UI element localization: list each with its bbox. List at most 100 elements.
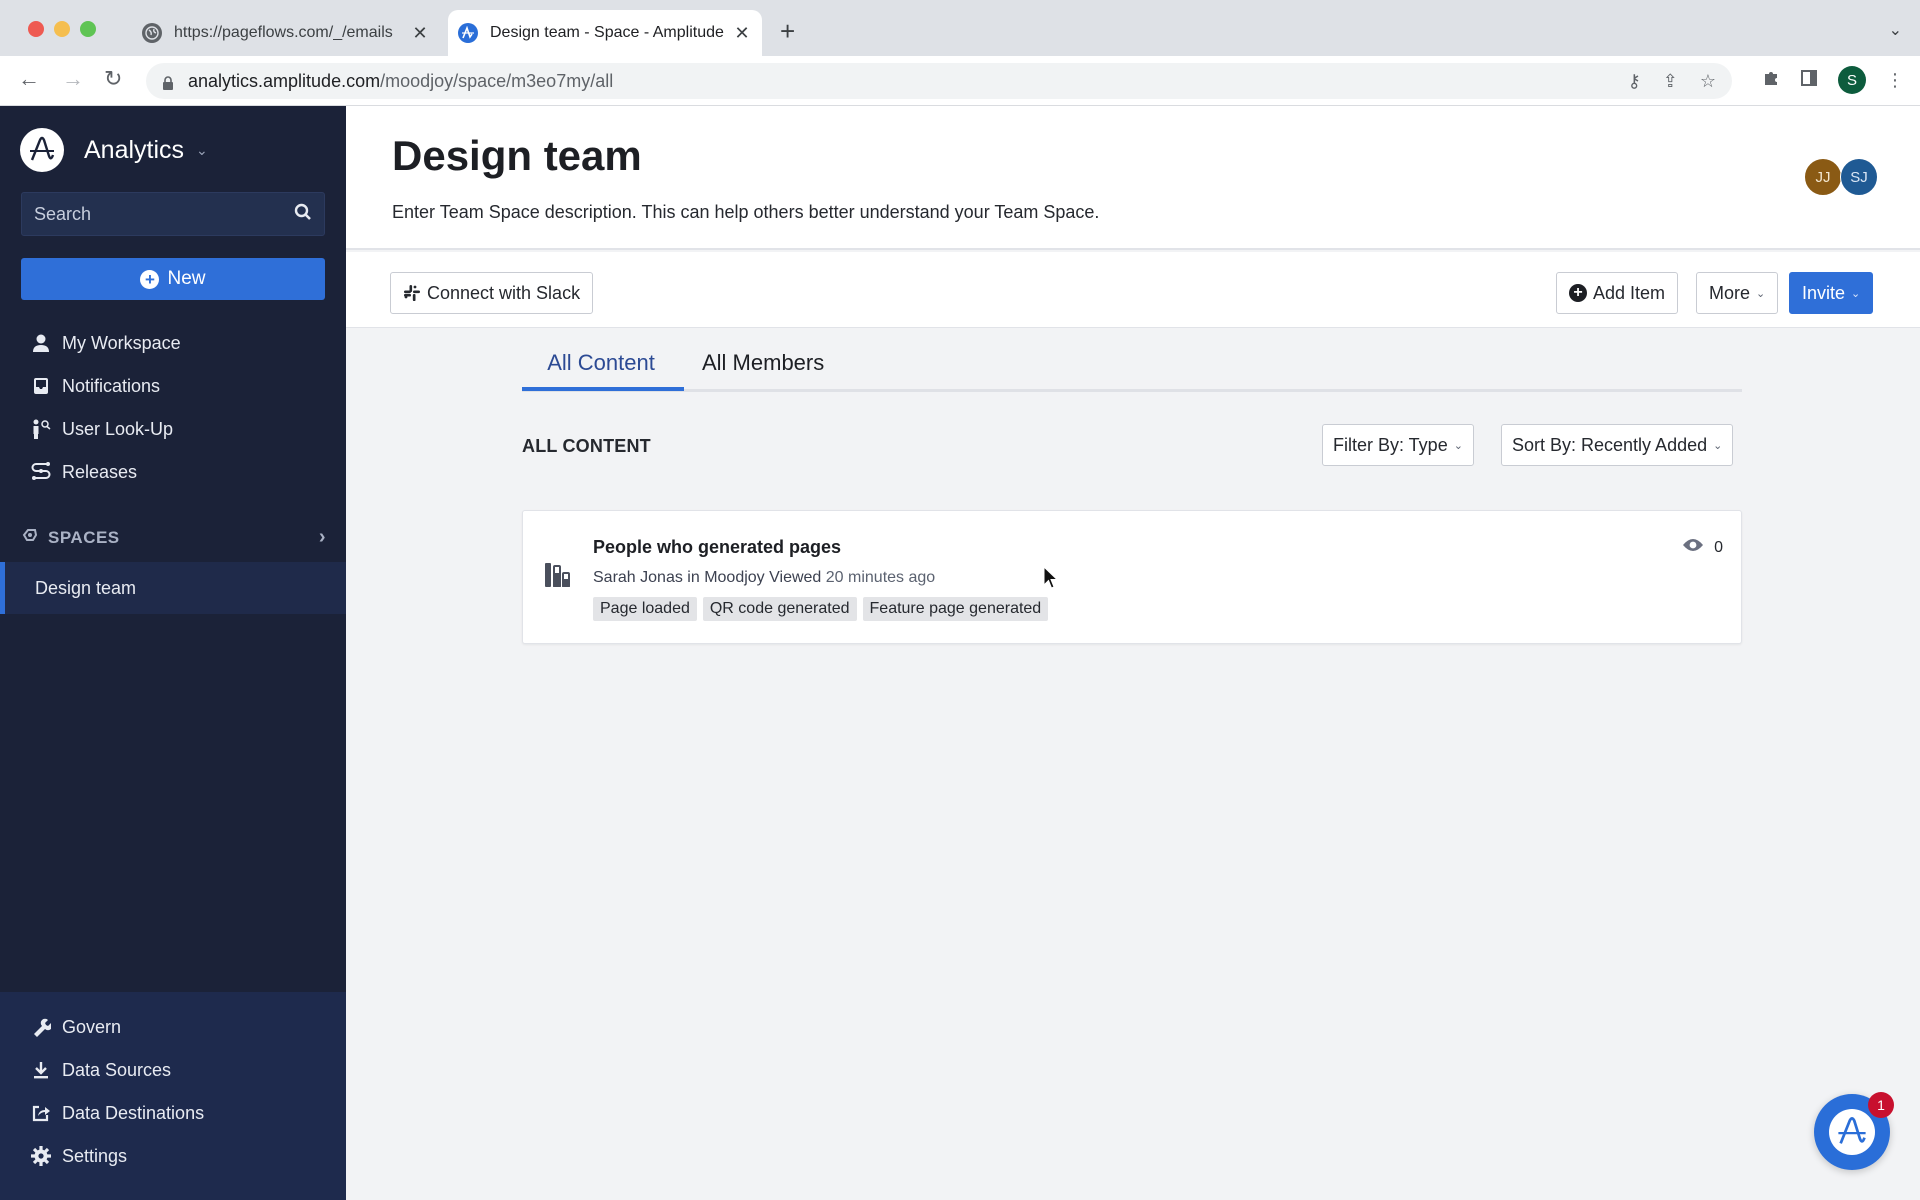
- event-tag: Feature page generated: [862, 597, 1049, 621]
- sidebar-item-label: Data Destinations: [62, 1102, 205, 1123]
- tab-close-icon[interactable]: ✕: [730, 23, 754, 44]
- window-maximize-button[interactable]: [80, 21, 96, 37]
- extensions-puzzle-icon[interactable]: [1762, 69, 1780, 92]
- sidebar-item-my-workspace[interactable]: My Workspace: [28, 332, 181, 354]
- inbox-icon: [28, 375, 54, 397]
- gear-icon: [28, 1145, 54, 1167]
- space-header: Design team Enter Team Space description…: [346, 106, 1920, 250]
- forward-arrow-icon[interactable]: →: [62, 68, 84, 90]
- plus-circle-icon: +: [140, 269, 160, 289]
- window-minimize-button[interactable]: [54, 21, 70, 37]
- more-button[interactable]: More ⌄: [1696, 272, 1779, 314]
- add-item-label: Add Item: [1593, 282, 1666, 303]
- eye-icon: [1682, 537, 1704, 558]
- in-word: in: [687, 569, 700, 586]
- tab-search-chevron-icon[interactable]: ⌄: [1889, 20, 1902, 40]
- sidebar-item-govern[interactable]: Govern: [28, 1016, 121, 1038]
- bookmark-star-icon[interactable]: ☆: [1700, 71, 1716, 92]
- sidebar-item-data-destinations[interactable]: Data Destinations: [28, 1102, 204, 1124]
- main-content: Design team Enter Team Space description…: [346, 106, 1920, 1200]
- user-lookup-icon: [28, 418, 54, 440]
- back-arrow-icon[interactable]: ←: [18, 68, 40, 90]
- releases-icon: [28, 461, 54, 483]
- avatar[interactable]: SJ: [1840, 158, 1878, 196]
- content-item-title[interactable]: People who generated pages: [593, 537, 841, 558]
- globe-icon: [142, 23, 162, 43]
- owner-name[interactable]: Sarah Jonas: [593, 569, 683, 586]
- sidebar-item-label: Data Sources: [62, 1059, 172, 1080]
- url-path: /moodjoy/space/m3eo7my/all: [380, 70, 614, 91]
- space-description[interactable]: Enter Team Space description. This can h…: [392, 202, 1099, 223]
- sidebar-item-releases[interactable]: Releases: [28, 461, 137, 483]
- chevron-right-icon[interactable]: ›: [319, 526, 326, 549]
- sidebar-item-data-sources[interactable]: Data Sources: [28, 1059, 171, 1081]
- sidebar: Analytics ⌄ Search + New My Workspace No…: [0, 106, 346, 1200]
- sidebar-item-label: Settings: [62, 1145, 128, 1166]
- sidebar-search-input[interactable]: Search: [21, 192, 325, 236]
- browser-tab-pageflows[interactable]: https://pageflows.com/_/emails ✕: [130, 10, 440, 56]
- sidebar-space-design-team[interactable]: Design team: [0, 562, 346, 614]
- mouse-cursor-icon: [1043, 565, 1059, 595]
- reload-icon[interactable]: ↻: [104, 68, 122, 90]
- tab-close-icon[interactable]: ✕: [408, 23, 432, 44]
- view-count-value: 0: [1714, 538, 1723, 556]
- spaces-header[interactable]: SPACES ›: [22, 526, 326, 549]
- filter-label: Filter By: Type: [1333, 434, 1448, 455]
- help-chat-button[interactable]: 1: [1814, 1092, 1894, 1170]
- page-title[interactable]: Design team: [392, 132, 642, 180]
- avatar[interactable]: JJ: [1804, 158, 1842, 196]
- sidebar-item-user-look-up[interactable]: User Look-Up: [28, 418, 173, 440]
- sidebar-item-settings[interactable]: Settings: [28, 1145, 127, 1167]
- window-close-button[interactable]: [28, 21, 44, 37]
- amplitude-icon: [458, 23, 478, 43]
- product-name: Analytics: [84, 135, 185, 164]
- sidebar-item-label: Releases: [62, 461, 138, 482]
- export-icon: [28, 1102, 54, 1124]
- chevron-down-icon: ⌄: [1713, 439, 1723, 452]
- connect-slack-button[interactable]: Connect with Slack: [390, 272, 594, 314]
- tab-title: Design team - Space - Amplitude: [490, 24, 724, 41]
- url-host: analytics.amplitude.com: [188, 70, 381, 91]
- tab-title: https://pageflows.com/_/emails: [174, 24, 393, 41]
- product-switcher[interactable]: Analytics ⌄: [20, 128, 208, 172]
- sort-by-dropdown[interactable]: Sort By: Recently Added ⌄: [1501, 424, 1734, 466]
- new-tab-button[interactable]: +: [780, 18, 795, 44]
- profile-avatar[interactable]: S: [1838, 66, 1866, 94]
- filter-by-type-dropdown[interactable]: Filter By: Type ⌄: [1322, 424, 1474, 466]
- tab-all-members[interactable]: All Members: [702, 350, 824, 391]
- browser-tab-amplitude[interactable]: Design team - Space - Amplitude ✕: [448, 10, 762, 56]
- space-label: Design team: [35, 577, 137, 598]
- member-avatars[interactable]: JJ SJ: [1804, 158, 1878, 196]
- event-tag: Page loaded: [593, 597, 697, 621]
- sidebar-item-notifications[interactable]: Notifications: [28, 375, 160, 397]
- download-icon: [28, 1059, 54, 1081]
- sidebar-item-label: My Workspace: [62, 332, 181, 353]
- chevron-down-icon: ⌄: [196, 141, 208, 158]
- search-icon[interactable]: [294, 203, 312, 226]
- amplitude-logo-icon: [20, 128, 64, 172]
- sort-label: Sort By: Recently Added: [1512, 434, 1708, 455]
- new-button[interactable]: + New: [21, 258, 325, 300]
- chevron-down-icon: ⌄: [1851, 287, 1861, 300]
- lock-icon: [162, 74, 174, 90]
- side-panel-icon[interactable]: [1800, 69, 1818, 92]
- sidebar-footer: Govern Data Sources Data Destinations Se…: [0, 992, 346, 1200]
- view-count: 0: [1682, 537, 1723, 558]
- search-placeholder: Search: [34, 203, 92, 224]
- user-icon: [28, 332, 54, 354]
- content-item-meta: Sarah Jonas in Moodjoy Viewed 20 minutes…: [593, 569, 935, 587]
- share-icon[interactable]: ⇪: [1663, 71, 1678, 92]
- invite-button[interactable]: Invite ⌄: [1789, 272, 1874, 314]
- key-icon[interactable]: ⚷: [1628, 71, 1641, 92]
- browser-menu-icon[interactable]: ⋮: [1886, 70, 1904, 91]
- content-item-card[interactable]: People who generated pages Sarah Jonas i…: [522, 510, 1742, 644]
- wrench-icon: [28, 1016, 54, 1038]
- tab-all-content[interactable]: All Content: [522, 350, 684, 391]
- connect-slack-label: Connect with Slack: [427, 282, 581, 303]
- browser-tab-bar: https://pageflows.com/_/emails ✕ Design …: [0, 0, 1920, 56]
- add-item-button[interactable]: + Add Item: [1556, 272, 1679, 314]
- chevron-down-icon: ⌄: [1453, 439, 1463, 452]
- address-bar[interactable]: analytics.amplitude.com/moodjoy/space/m3…: [146, 63, 1732, 99]
- viewed-label: Viewed: [769, 569, 822, 586]
- chevron-down-icon: ⌄: [1756, 287, 1766, 300]
